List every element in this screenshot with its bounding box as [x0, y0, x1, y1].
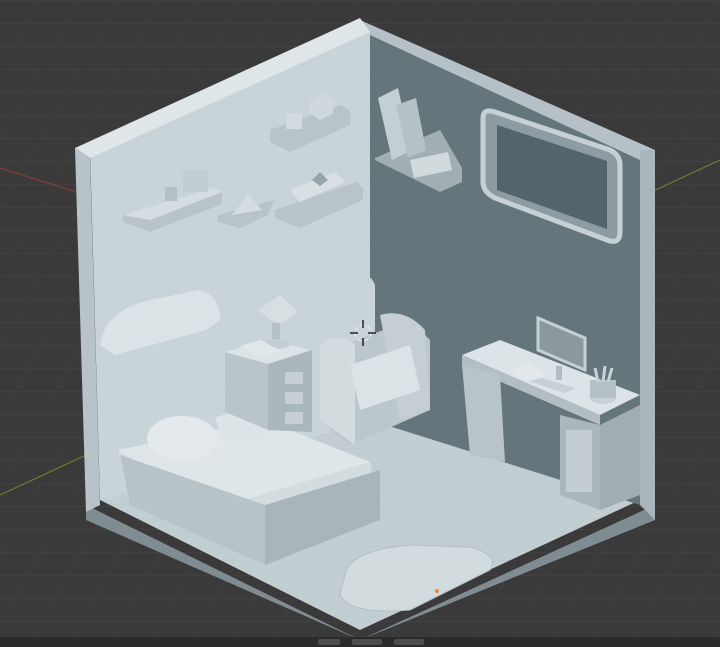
pillow-heart — [147, 416, 217, 460]
footer-tab-2[interactable] — [352, 639, 382, 645]
footer-tab-1[interactable] — [318, 639, 340, 645]
3d-viewport[interactable] — [0, 0, 720, 647]
small-cube — [183, 170, 208, 192]
viewport-canvas[interactable] — [0, 0, 720, 647]
viewport-footer-bar — [0, 637, 720, 647]
world-origin-icon — [435, 589, 439, 593]
footer-tab-3[interactable] — [394, 639, 424, 645]
right-wall-edge — [640, 150, 655, 520]
